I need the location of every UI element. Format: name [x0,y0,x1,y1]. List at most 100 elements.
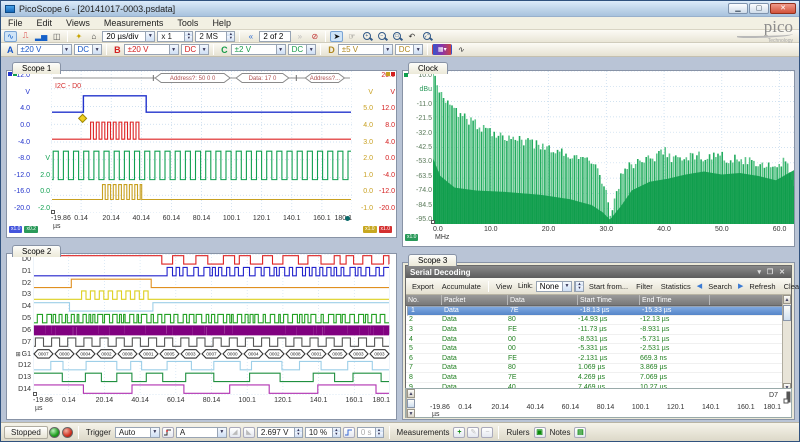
measurements-button[interactable]: Measurements [397,428,450,437]
table-row[interactable]: 3DataFE-11.73 µs-8.931 µs [406,325,791,335]
scope1-plot[interactable]: I2C - D0Address?: 50 0 0Data: 17 0Addres… [51,71,352,213]
search-next-icon[interactable]: ▶ [738,282,743,290]
serial-export-button[interactable]: Export [408,282,438,291]
minimize-button[interactable]: ▁ [728,3,748,14]
trigger-edge-icon[interactable] [162,427,174,438]
menu-item-edit[interactable]: Edit [30,17,60,30]
maximize-button[interactable]: ▢ [749,3,769,14]
tab-scope3[interactable]: Scope 3 [408,254,457,266]
buffer-overview-icon[interactable]: ⊘ [308,31,321,42]
pretrigger-spin[interactable]: 10 %▲▼ [305,427,341,438]
menu-item-tools[interactable]: Tools [170,17,205,30]
scope-view-icon[interactable]: ∿ [4,31,17,42]
prev-buffer-icon[interactable]: « [244,31,257,42]
close-button[interactable]: ✕ [770,3,796,14]
rulers-button[interactable]: Rulers [506,428,529,437]
zoom-out-icon[interactable]: − [375,31,388,42]
serial-view-button[interactable]: View [492,282,516,291]
cursor-icon[interactable]: ➤ [330,31,343,42]
tab-scope1[interactable]: Scope 1 [12,62,61,74]
scope2-plot[interactable]: 0007000000040002000800010005000300070000… [33,254,390,395]
zoom-factor-spin[interactable]: x 1▲▼ [157,31,193,42]
axis-handle[interactable] [431,220,435,224]
trigger-source-select[interactable]: A▼ [176,427,227,438]
math-channels-icon[interactable]: ∿ [454,44,467,55]
table-row[interactable]: 1Data7E-18.13 µs-15.33 µs [407,306,790,316]
serial-clear-button[interactable]: Clear [780,282,800,291]
column-header[interactable]: No. [406,295,442,305]
menu-item-measurements[interactable]: Measurements [97,17,171,30]
trigger-level-spin[interactable]: 2.697 V▲▼ [257,427,303,438]
channel-c-coupling-select[interactable]: DC▼ [288,44,317,55]
serial-link-spin[interactable]: ▲▼ [574,281,584,292]
tab-clock[interactable]: Clock [408,62,448,74]
notes-icon[interactable]: ▤ [574,427,586,438]
post-trigger-icon[interactable] [343,427,355,438]
holdoff-spin[interactable]: 0 s▲▼ [357,427,384,438]
serial-statistics-button[interactable]: Statistics [657,282,695,291]
serial-start-from--button[interactable]: Start from... [585,282,632,291]
table-row[interactable]: 5Data00-5.331 µs-2.531 µs [406,344,791,354]
scope3-plot[interactable] [781,389,791,404]
serial-link-select[interactable]: None▼ [536,281,572,292]
menu-item-help[interactable]: Help [205,17,238,30]
undo-zoom-icon[interactable]: ↶ [405,31,418,42]
channel-c-range-select[interactable]: ±2 V▼ [231,44,286,55]
zoom-full-icon[interactable]: ⤢ [420,31,433,42]
timebase-select[interactable]: 20 µs/div▼ [102,31,155,42]
menu-item-views[interactable]: Views [59,17,97,30]
notes-button[interactable]: Notes [550,428,571,437]
table-row[interactable]: 8Data7E4.269 µs7.069 µs [406,373,791,383]
serial-refresh-button[interactable]: Refresh [745,282,779,291]
menu-item-file[interactable]: File [1,17,30,30]
next-buffer-icon[interactable]: » [293,31,306,42]
axis-marker[interactable] [386,72,390,76]
column-header[interactable]: Packet [442,295,508,305]
serial-accumulate-button[interactable]: Accumulate [438,282,485,291]
alarms-view-icon[interactable]: ◫ [50,31,63,42]
delete-measurement-icon[interactable]: − [481,427,493,438]
zoom-in-icon[interactable]: + [360,31,373,42]
key-icon[interactable]: ✦ [72,31,85,42]
group-expander-icon[interactable]: ⊞ [16,352,21,358]
axis-handle[interactable] [33,392,37,396]
spectrum-view-icon[interactable]: ▂▅ [34,31,48,42]
axis-end-marker[interactable] [345,216,350,221]
home-icon[interactable]: ⌂ [87,31,100,42]
clock-plot[interactable] [433,71,794,224]
channel-a-coupling-select[interactable]: DC▼ [74,44,103,55]
channel-a-range-select[interactable]: ±20 V▼ [17,44,72,55]
serial-window-buttons[interactable]: ▾ ❐ ✕ [757,268,787,276]
trigger-mode-select[interactable]: Auto▼ [115,427,160,438]
trigger-marker-icon[interactable]: ◣ [243,427,255,438]
table-row[interactable]: 2Data80-14.93 µs-12.13 µs [406,316,791,326]
column-header[interactable]: Data [508,295,578,305]
rulers-icon[interactable]: ▣ [534,427,546,438]
table-scrollbar[interactable]: ▲▼ [782,295,791,392]
digital-channels-icon[interactable]: ▦▾ [432,44,452,55]
axis-handle[interactable] [51,210,55,214]
tab-scope2[interactable]: Scope 2 [12,245,61,257]
channel-d-coupling-select[interactable]: DC▼ [395,44,424,55]
start-capture-button[interactable] [49,427,60,438]
channel-b-coupling-select[interactable]: DC▼ [181,44,210,55]
serial-search-button[interactable]: Search [704,282,736,291]
hand-icon[interactable]: ☞ [345,31,358,42]
marquee-zoom-icon[interactable]: ▭ [390,31,403,42]
table-row[interactable]: 4Data00-8.531 µs-5.731 µs [406,335,791,345]
search-prev-icon[interactable]: ◀ [697,282,702,290]
add-measurement-icon[interactable]: + [453,427,465,438]
column-header[interactable]: Start Time [578,295,640,305]
stop-capture-button[interactable] [62,427,73,438]
column-header[interactable]: End Time [640,295,710,305]
trace-scrollbar[interactable]: ▲▼ [406,389,415,418]
table-row[interactable]: 6DataFE-2.131 µs669.3 ns [406,354,791,364]
axis-marker[interactable] [391,72,395,76]
table-row[interactable]: 7Data801.069 µs3.869 µs [406,364,791,374]
samples-spin[interactable]: 2 MS▲▼ [195,31,235,42]
channel-d-range-select[interactable]: ±5 V▼ [338,44,393,55]
rapid-trigger-icon[interactable]: ◢ [229,427,241,438]
channel-b-range-select[interactable]: ±20 V▼ [124,44,179,55]
persistence-view-icon[interactable]: ⎍ [19,31,32,42]
edit-measurement-icon[interactable]: ✎ [467,427,479,438]
